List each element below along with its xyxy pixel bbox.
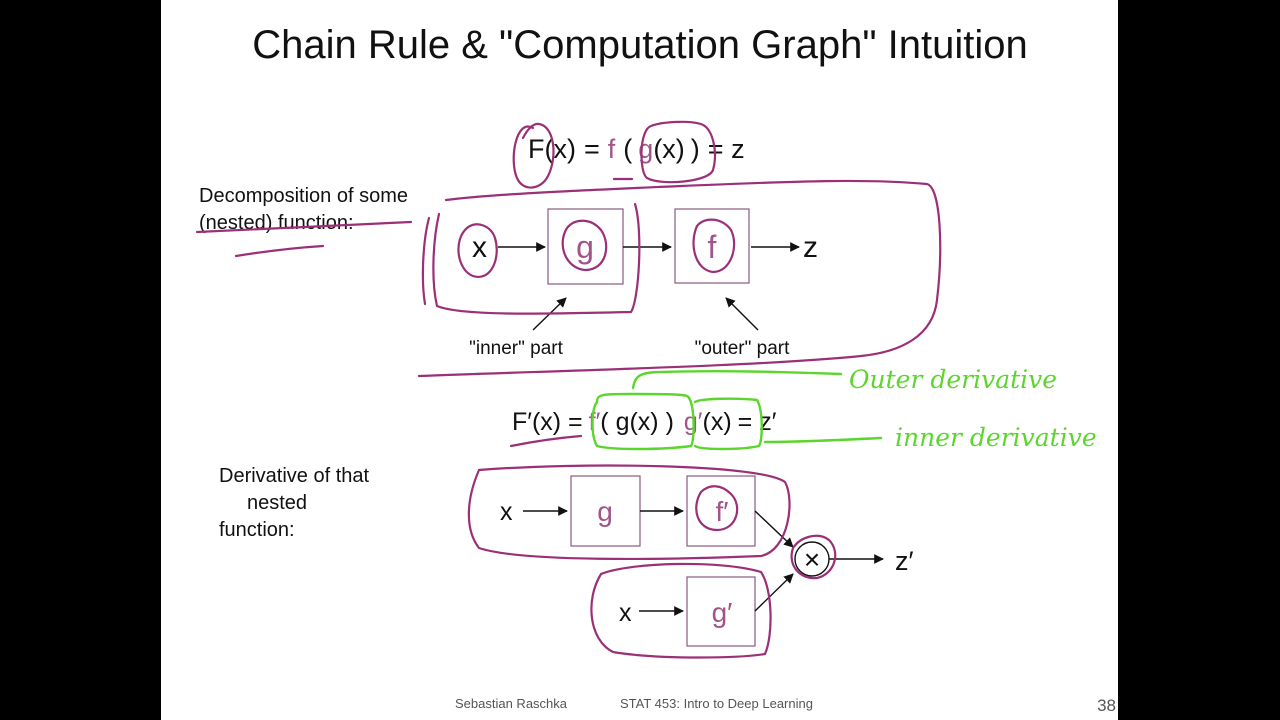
ink-underline-label-2 (234, 244, 325, 258)
eq-g-arg: (x) (653, 134, 684, 164)
deq-inner: ( g(x) ) (600, 408, 674, 436)
node-g-label: g (576, 229, 594, 265)
deq-result: = z′ (738, 408, 777, 436)
d2-node-gprime-label: g′ (712, 597, 733, 628)
slide: Chain Rule & "Computation Graph" Intuiti… (161, 0, 1118, 720)
footer-author: Sebastian Raschka (455, 696, 568, 711)
eq-F: F (528, 134, 545, 164)
deq-fprime: f′ (589, 408, 601, 436)
inner-part-label: "inner" part (469, 338, 563, 359)
d-node-g-label: g (597, 496, 613, 527)
d-node-x: x (500, 498, 513, 526)
derivative-label-1: Derivative of that (219, 465, 370, 487)
green-brace (631, 369, 843, 390)
annotation-outer-derivative: Outer derivative (849, 365, 1057, 394)
d-edge-fprime-times (754, 510, 794, 548)
eq-paren-close: ) (691, 134, 700, 164)
d2-node-x: x (619, 599, 632, 627)
eq-F-arg: (x) (545, 134, 576, 164)
ink-underline-deq (509, 434, 583, 448)
derivative-label-3: function: (219, 519, 295, 541)
ink-loop-inner (432, 202, 641, 315)
outer-pointer (725, 297, 759, 331)
eq-equals: = (584, 134, 600, 164)
node-z: z (803, 231, 818, 264)
annotation-inner-derivative: inner derivative (895, 423, 1097, 452)
eq-paren-open: ( (623, 134, 632, 164)
decomposition-label-1: Decomposition of some (199, 185, 408, 207)
ink-left-stroke (421, 216, 431, 306)
diagram-canvas: Chain Rule & "Computation Graph" Intuiti… (195, 23, 1116, 715)
derivative-label-2: nested (247, 492, 307, 514)
d-node-fprime-label: f′ (715, 496, 728, 527)
eq-f: f (608, 134, 616, 164)
green-leader (763, 436, 883, 444)
node-x: x (472, 231, 487, 264)
slide-title: Chain Rule & "Computation Graph" Intuiti… (252, 23, 1028, 67)
derivative-equation: F′(x) = f′( g(x) ) g′(x) = z′ (512, 408, 777, 436)
outer-part-label: "outer" part (695, 338, 791, 359)
footer-course: STAT 453: Intro to Deep Learning (620, 696, 813, 711)
deq-gprime-arg: (x) (703, 408, 732, 436)
deq-lhs: F′(x) = (512, 408, 583, 436)
output-zprime: z′ (895, 546, 914, 576)
page-number: 38 (1097, 696, 1116, 715)
d2-edge-gprime-times (754, 573, 794, 612)
multiply-symbol: × (804, 544, 820, 575)
ink-loop-bottom-1 (467, 464, 791, 561)
node-f-label: f (708, 229, 717, 265)
